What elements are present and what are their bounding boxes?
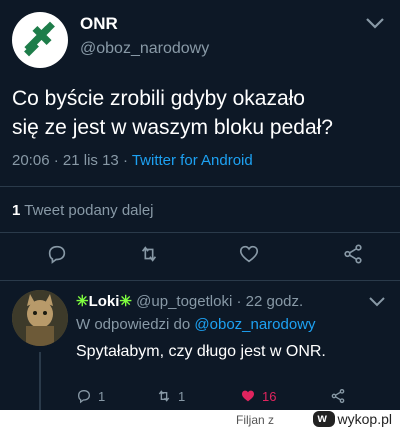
reply-icon	[77, 389, 91, 404]
like-icon	[242, 390, 254, 402]
reply-share-button[interactable]	[330, 387, 346, 405]
onr-logo-icon[interactable]	[12, 12, 68, 68]
reply-text: Spytałabym, czy długo jest w ONR.	[76, 343, 326, 360]
tweet-text: Co byście zrobili gdyby okazało się ze j…	[12, 84, 394, 142]
tweet-screen: ONR @oboz_narodowy Co byście zrobili gdy…	[0, 0, 400, 410]
tweet-date: 21 lis 13	[62, 152, 119, 169]
reply-icon[interactable]	[46, 243, 68, 265]
like-count: 16	[262, 388, 277, 404]
uploader-credit: Filjan z	[235, 413, 274, 427]
tweet-source-link[interactable]: Twitter for Android	[132, 152, 253, 169]
reply-age: 22 godz.	[245, 293, 304, 310]
retweet-icon	[158, 390, 170, 402]
author-block[interactable]: ONR @oboz_narodowy	[80, 14, 209, 58]
tweet-meta: 20:06 · 21 lis 13 · Twitter for Android	[12, 152, 253, 169]
site-name: wykop.pl	[337, 411, 392, 427]
reply-header[interactable]: ✳Loki✳ @up_togetloki · 22 godz.	[76, 292, 303, 310]
share-icon	[331, 389, 345, 403]
divider	[0, 280, 400, 281]
reply-to-mention[interactable]: @oboz_narodowy	[194, 316, 315, 333]
reply-to-line: W odpowiedzi do @oboz_narodowy	[76, 316, 316, 333]
author-name[interactable]: ONR	[80, 14, 209, 34]
tweet-text-line-2: się ze jest w waszym bloku pedał?	[12, 116, 333, 139]
retweet-count: 1	[178, 388, 186, 404]
reply-retweet-button[interactable]: 1	[156, 387, 185, 405]
watermark-footer: Filjan z wykop.pl	[0, 410, 400, 430]
thread-line	[39, 352, 41, 410]
retweet-label: Tweet podany dalej	[24, 202, 154, 219]
reply-count: 1	[98, 388, 106, 404]
meta-separator: ·	[236, 293, 242, 310]
chevron-down-icon[interactable]	[368, 296, 386, 308]
reply-author-username[interactable]: @up_togetloki	[136, 293, 232, 310]
like-icon[interactable]	[238, 243, 260, 265]
reply-author-name[interactable]: Loki	[89, 293, 120, 310]
tweet-text-line-1: Co byście zrobili gdyby okazało	[12, 87, 305, 110]
retweet-icon[interactable]	[138, 243, 160, 265]
retweet-count: 1	[12, 202, 21, 219]
sparkle-icon: ✳	[119, 293, 132, 310]
author-username[interactable]: @oboz_narodowy	[80, 40, 209, 58]
reply-to-prefix: W odpowiedzi do	[76, 316, 191, 333]
sparkle-icon: ✳	[76, 293, 89, 310]
wykop-logo[interactable]: wykop.pl	[312, 411, 392, 427]
divider	[0, 186, 400, 187]
wykop-icon	[312, 411, 335, 427]
reply-like-button[interactable]: 16	[240, 387, 276, 405]
meta-separator: ·	[122, 152, 128, 169]
share-icon[interactable]	[342, 243, 364, 265]
reply-reply-button[interactable]: 1	[76, 387, 105, 405]
meta-separator: ·	[53, 152, 59, 169]
retweet-stats[interactable]: 1 Tweet podany dalej	[12, 202, 154, 219]
divider	[0, 232, 400, 233]
chevron-down-icon[interactable]	[364, 16, 386, 30]
tweet-time: 20:06	[12, 152, 50, 169]
avatar[interactable]	[12, 290, 68, 346]
